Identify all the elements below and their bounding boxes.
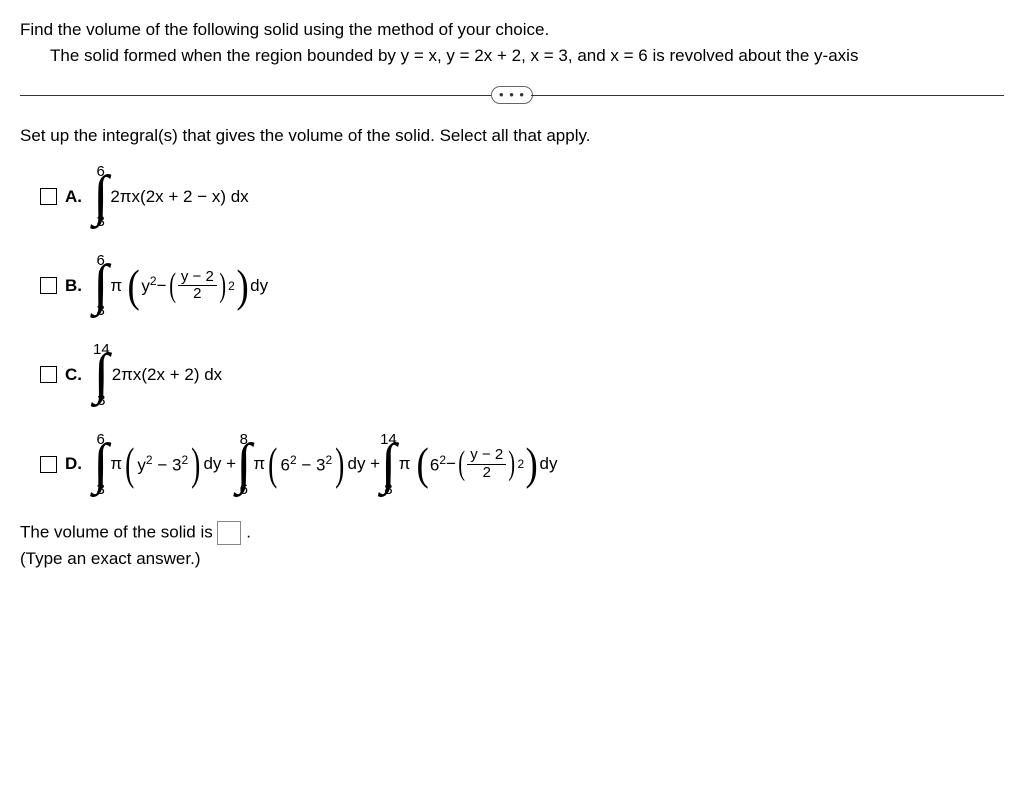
section-divider: • • • [20, 86, 1004, 104]
label-b: B. [65, 276, 83, 296]
fraction-d3: y − 2 2 [467, 447, 506, 481]
label-d: D. [65, 454, 83, 474]
int-c-lower: 3 [97, 393, 105, 408]
integral-sign: ∫ [94, 355, 109, 394]
paren-left: ( [268, 448, 277, 480]
options-container: A. 6 ∫ 3 2πx(2x + 2 − x) dx B. 6 ∫ 3 π (… [40, 164, 1004, 497]
option-a-body: 2πx(2x + 2 − x) dx [110, 187, 248, 207]
pi-d1: π [110, 454, 122, 474]
frac-den: 2 [190, 286, 204, 303]
d3-6sq: 62 [430, 453, 446, 476]
frac-num: y − 2 [467, 447, 506, 465]
label-a: A. [65, 187, 83, 207]
answer-hint: (Type an exact answer.) [20, 549, 1004, 569]
dy-b: dy [250, 276, 268, 296]
d2-in: 62 − 32 [280, 453, 332, 476]
option-b-math: 6 ∫ 3 π ( y2 − ( y − 2 2 ) 2 ) dy [93, 253, 268, 318]
option-c-math: 14 ∫ 3 2πx(2x + 2) dx [93, 342, 222, 407]
volume-answer-input[interactable] [217, 521, 241, 545]
question-detail: The solid formed when the region bounded… [50, 46, 1004, 66]
dy-d1: dy + [203, 454, 236, 474]
int-a-lower: 3 [97, 214, 105, 229]
dy-d2: dy + [347, 454, 380, 474]
int-b-lower: 3 [97, 303, 105, 318]
paren-right: ) [335, 448, 344, 480]
bracket-right: ) [526, 448, 538, 480]
checkbox-b[interactable] [40, 277, 57, 294]
paren-right: ) [508, 452, 515, 476]
divider-line-right [531, 95, 1004, 96]
option-a-math: 6 ∫ 3 2πx(2x + 2 − x) dx [93, 164, 249, 229]
pi-d2: π [253, 454, 265, 474]
minus: − [157, 276, 167, 296]
paren-left: ( [458, 452, 465, 476]
option-c-row: C. 14 ∫ 3 2πx(2x + 2) dx [40, 342, 1004, 407]
label-c: C. [65, 365, 83, 385]
pi-d3: π [399, 454, 411, 474]
int-d2-lower: 6 [240, 482, 248, 497]
integral-instruction: Set up the integral(s) that gives the vo… [20, 126, 1004, 146]
int-d1-lower: 3 [97, 482, 105, 497]
paren-left: ( [125, 448, 134, 480]
dy-d3: dy [540, 454, 558, 474]
volume-suffix: . [246, 522, 251, 541]
divider-line-left [20, 95, 493, 96]
frac-den: 2 [480, 465, 494, 482]
bracket-right: ) [236, 270, 248, 302]
bracket-left: ( [416, 448, 428, 480]
option-a-row: A. 6 ∫ 3 2πx(2x + 2 − x) dx [40, 164, 1004, 229]
checkbox-d[interactable] [40, 456, 57, 473]
expand-button[interactable]: • • • [491, 86, 533, 104]
option-d-math: 6 ∫ 3 π ( y2 − 32 ) dy + 8 ∫ 6 π ( 62 − … [93, 432, 558, 497]
frac-num: y − 2 [178, 269, 217, 287]
answer-section: The volume of the solid is . (Type an ex… [20, 521, 1004, 569]
integral-sign: ∫ [93, 266, 108, 305]
paren-right: ) [219, 274, 226, 298]
integral-sign: ∫ [381, 445, 396, 484]
int-d3-lower: 8 [384, 482, 392, 497]
option-b-row: B. 6 ∫ 3 π ( y2 − ( y − 2 2 ) 2 ) dy [40, 253, 1004, 318]
d1-in: y2 − 32 [137, 453, 188, 476]
minus: − [446, 454, 456, 474]
option-d-row: D. 6 ∫ 3 π ( y2 − 32 ) dy + 8 ∫ 6 π ( 62… [40, 432, 1004, 497]
paren-left: ( [169, 274, 176, 298]
checkbox-a[interactable] [40, 188, 57, 205]
integral-sign: ∫ [236, 445, 251, 484]
pi-b: π [110, 276, 122, 296]
outer-sup: 2 [518, 457, 525, 471]
paren-right: ) [191, 448, 200, 480]
option-c-body: 2πx(2x + 2) dx [112, 365, 222, 385]
question-intro: Find the volume of the following solid u… [20, 20, 1004, 40]
integral-sign: ∫ [93, 177, 108, 216]
volume-prefix: The volume of the solid is [20, 522, 217, 541]
fraction-b: y − 2 2 [178, 269, 217, 303]
bracket-left: ( [128, 270, 140, 302]
y-sq: y2 [141, 274, 156, 297]
checkbox-c[interactable] [40, 366, 57, 383]
outer-sup: 2 [228, 279, 235, 293]
integral-sign: ∫ [93, 445, 108, 484]
